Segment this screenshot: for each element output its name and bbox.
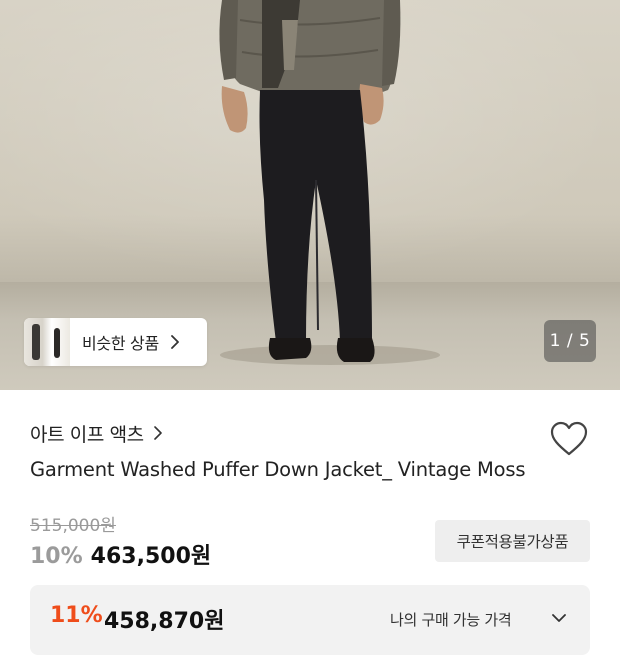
best-discount-rate: 11% — [50, 603, 103, 628]
product-title: Garment Washed Puffer Down Jacket_ Vinta… — [30, 458, 526, 481]
sale-price: 463,500원 — [90, 544, 212, 569]
chevron-down-icon — [552, 614, 566, 622]
heart-outline-icon[interactable] — [550, 421, 588, 457]
discount-rate: 10% — [30, 544, 83, 569]
coupon-unavailable-badge: 쿠폰적용불가상품 — [435, 520, 590, 562]
product-image-gallery[interactable]: 비슷한 상품 1 / 5 — [0, 0, 620, 390]
similar-products-button[interactable]: 비슷한 상품 — [24, 318, 207, 366]
chevron-right-icon — [153, 426, 162, 440]
price-row: 10% 463,500원 — [30, 538, 211, 570]
similar-product-thumbnail — [24, 318, 70, 366]
original-price: 515,000원 — [30, 516, 116, 536]
brand-name: 아트 이프 액츠 — [30, 423, 144, 446]
brand-link[interactable]: 아트 이프 액츠 — [30, 421, 163, 446]
image-counter: 1 / 5 — [544, 320, 596, 362]
best-price-panel[interactable]: 11% 458,870원 나의 구매 가능 가격 — [30, 585, 590, 655]
similar-products-label: 비슷한 상품 — [82, 334, 159, 353]
best-price: 458,870원 — [104, 609, 225, 634]
chevron-right-icon — [170, 335, 179, 349]
